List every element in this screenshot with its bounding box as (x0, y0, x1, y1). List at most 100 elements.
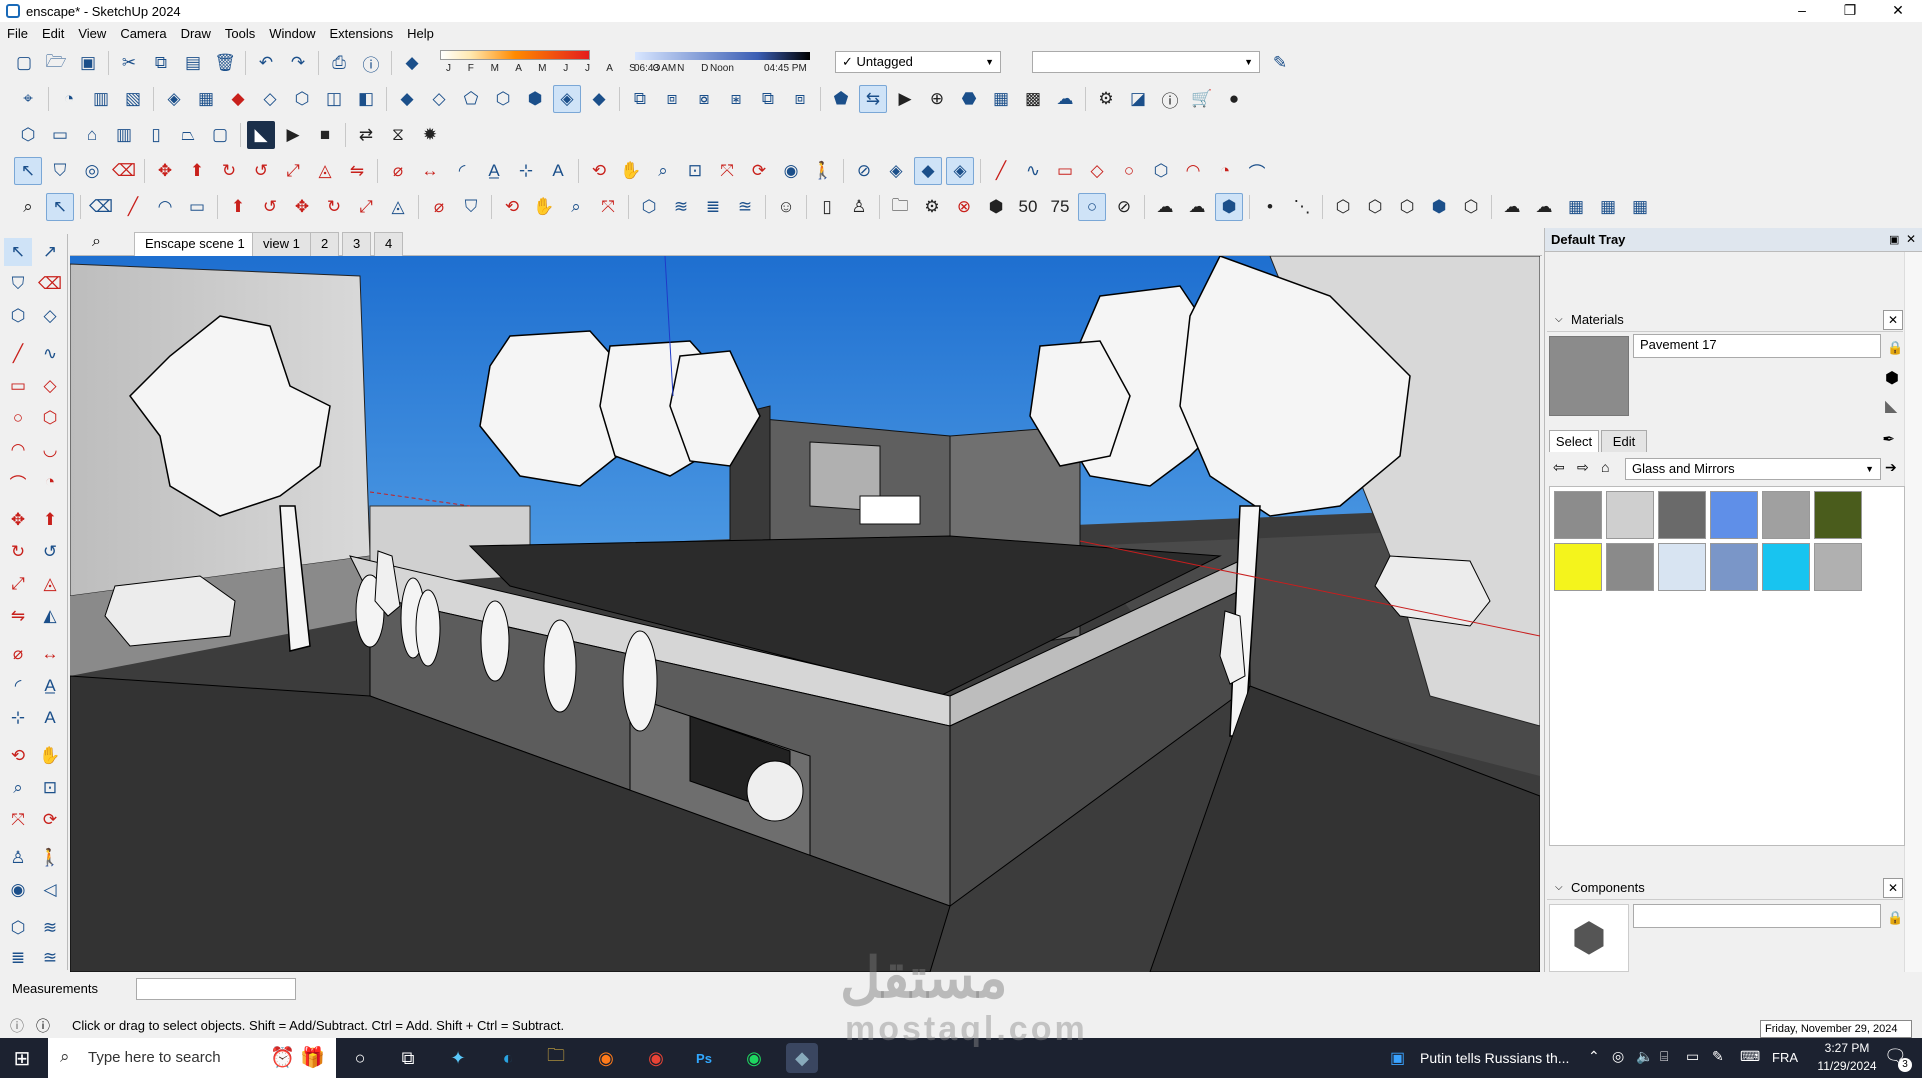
undo-icon[interactable]: ↶ (252, 49, 280, 77)
sketchup-taskbar-icon[interactable]: ◆ (786, 1043, 818, 1073)
scale-small-icon[interactable]: ⤢ (352, 193, 380, 221)
3d-text-icon[interactable]: A (36, 704, 64, 732)
menu-draw[interactable]: Draw (174, 26, 218, 41)
sync-views-icon[interactable]: ⇄ (352, 121, 380, 149)
settings-gear-icon[interactable]: ⚙ (1092, 85, 1120, 113)
layers-stack-icon[interactable]: ≣ (699, 193, 727, 221)
floor-icon[interactable]: ▢ (206, 121, 234, 149)
solid-intersect-icon[interactable]: ⬡ (1393, 193, 1421, 221)
redo-icon[interactable]: ↷ (284, 49, 312, 77)
sandbox-mesh-icon[interactable]: ◫ (320, 85, 348, 113)
material-name-field[interactable]: Pavement 17 (1633, 334, 1881, 358)
cut-icon[interactable]: ✂ (115, 49, 143, 77)
solid-union-icon[interactable]: ⬡ (1329, 193, 1357, 221)
cortana-icon[interactable]: ○ (344, 1043, 376, 1073)
mesh-a-icon[interactable]: ▦ (1562, 193, 1590, 221)
language-indicator[interactable]: FRA (1772, 1050, 1798, 1065)
cart-icon[interactable]: 🛒 (1188, 85, 1216, 113)
chrome-icon[interactable]: ◉ (640, 1043, 672, 1073)
paint-small-icon[interactable]: ⛉ (457, 193, 485, 221)
home-icon[interactable]: ⌂ (1601, 459, 1609, 475)
xray-icon[interactable]: ⧉ (626, 85, 654, 113)
paste-icon[interactable]: ▤ (179, 49, 207, 77)
zoom-extents-icon[interactable]: ⤧ (4, 806, 32, 834)
copy-icon[interactable]: ⧉ (147, 49, 175, 77)
extension-warehouse-icon[interactable]: ⬣ (955, 85, 983, 113)
offset-icon[interactable]: ◬ (36, 570, 64, 598)
keyboard-icon[interactable]: ⌨ (1740, 1048, 1760, 1065)
rotated-rect-icon[interactable]: ◇ (1083, 157, 1111, 185)
materials-panel-header[interactable]: ⌵ Materials ✕ (1547, 308, 1903, 332)
spotify-icon[interactable]: ◉ (738, 1043, 770, 1073)
material-preview-swatch[interactable] (1549, 336, 1629, 416)
tray-scrollbar[interactable] (1904, 252, 1922, 972)
freehand-icon[interactable]: ∿ (1019, 157, 1047, 185)
tag-dropdown[interactable]: ✓ Untagged ▼ (835, 51, 1001, 73)
components-icon[interactable]: ⬡ (4, 302, 32, 330)
document-icon[interactable]: ▯ (813, 193, 841, 221)
material-swatch[interactable] (1606, 491, 1654, 539)
three-point-arc-icon[interactable]: ⌒ (1243, 157, 1271, 185)
mesh-c-icon[interactable]: ▦ (1626, 193, 1654, 221)
search-icon[interactable]: ⌕ (92, 233, 101, 251)
tab-edit[interactable]: Edit (1601, 430, 1647, 452)
push-pull-icon[interactable]: ⬆ (183, 157, 211, 185)
model-info-icon[interactable]: ⓘ (357, 49, 385, 77)
shape-small-icon[interactable]: ▭ (183, 193, 211, 221)
start-enscape-icon[interactable]: ▶ (279, 121, 307, 149)
tag-paint-icon[interactable]: ✎ (1266, 49, 1294, 77)
menu-extensions[interactable]: Extensions (323, 26, 401, 41)
pie-icon[interactable]: ◔ (1211, 157, 1239, 185)
windows-start-icon[interactable]: ⊞ (6, 1043, 38, 1073)
orbit-icon[interactable]: ⟲ (585, 157, 613, 185)
dashed-line-icon[interactable]: ⋱ (1288, 193, 1316, 221)
previous-view-icon[interactable]: ⟳ (36, 806, 64, 834)
look-around-icon[interactable]: ◉ (777, 157, 805, 185)
file-explorer-icon[interactable]: 🗀 (540, 1043, 572, 1073)
material-swatch[interactable] (1762, 491, 1810, 539)
print-icon[interactable]: ⎙ (325, 49, 353, 77)
rotate-icon[interactable]: ↻ (215, 157, 243, 185)
rotated-rectangle-icon[interactable]: ◇ (36, 372, 64, 400)
capture-icon[interactable]: ⧖ (384, 121, 412, 149)
zoom-small-icon[interactable]: ⌕ (562, 193, 590, 221)
move-icon[interactable]: ✥ (151, 157, 179, 185)
back-arrow-icon[interactable]: ⇦ (1553, 459, 1565, 476)
view-iso-icon[interactable]: ◆ (393, 85, 421, 113)
sandbox-smoove-icon[interactable]: ◔ (55, 85, 83, 113)
add-point-icon[interactable]: • (1256, 193, 1284, 221)
warehouse-icon[interactable]: ⬟ (827, 85, 855, 113)
cloud-sync-icon[interactable]: ☁ (1151, 193, 1179, 221)
pencil-line-icon[interactable]: ╱ (987, 157, 1015, 185)
shaded-icon[interactable]: ⧉ (754, 85, 782, 113)
house-icon[interactable]: ⌂ (78, 121, 106, 149)
material-swatch[interactable] (1814, 543, 1862, 591)
zoom-extents-small-icon[interactable]: ⤧ (594, 193, 622, 221)
hidden-line-icon[interactable]: ⧆ (722, 85, 750, 113)
menu-tools[interactable]: Tools (218, 26, 262, 41)
tab-view-1[interactable]: view 1 (252, 232, 311, 256)
eyedropper-icon[interactable]: ✒ (1882, 430, 1895, 448)
shadow-time-slider[interactable] (635, 52, 810, 60)
dimension-icon[interactable]: ↔ (416, 157, 444, 185)
component-select-icon[interactable]: ↗ (36, 238, 64, 266)
orbit-small-icon[interactable]: ⟲ (498, 193, 526, 221)
help-icon[interactable]: ⓘ (1156, 85, 1184, 113)
axes-icon[interactable]: ⊹ (512, 157, 540, 185)
move-small-icon[interactable]: ✥ (288, 193, 316, 221)
sandbox-add-detail-icon[interactable]: ◆ (224, 85, 252, 113)
followme-small-icon[interactable]: ↺ (256, 193, 284, 221)
sandbox-drape-icon[interactable]: ▧ (119, 85, 147, 113)
battery-icon[interactable]: ▭ (1686, 1048, 1699, 1065)
taskbar-search-box[interactable]: ⌕ Type here to search ⏰ 🎁 (48, 1038, 336, 1078)
tray-pin-icon[interactable]: ▣ (1889, 233, 1899, 246)
offset-icon[interactable]: ◬ (311, 157, 339, 185)
push-pull-icon[interactable]: ⬆ (36, 506, 64, 534)
video-icon[interactable]: ▶ (891, 85, 919, 113)
menu-edit[interactable]: Edit (35, 26, 71, 41)
sandbox-project-icon[interactable]: ◧ (352, 85, 380, 113)
layers-edit-icon[interactable]: ≊ (731, 193, 759, 221)
view-back-icon[interactable]: ⬢ (521, 85, 549, 113)
section-cut-icon[interactable]: ◆ (914, 157, 942, 185)
cloud-b-icon[interactable]: ☁ (1530, 193, 1558, 221)
